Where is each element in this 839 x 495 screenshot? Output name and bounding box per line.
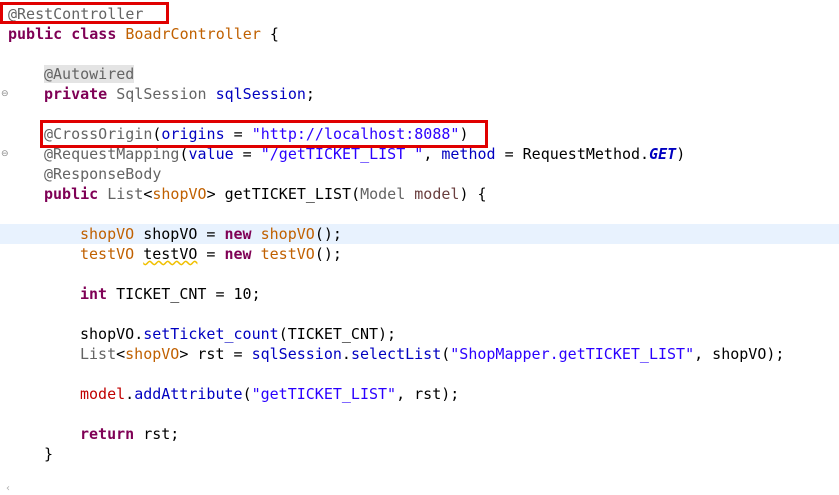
code-line-13[interactable]: testVO testVO = new testVO();	[0, 244, 839, 264]
param-model: model	[414, 185, 460, 203]
call-set-ticket-count: setTicket_count	[143, 325, 279, 343]
field-sqlsession: sqlSession	[215, 85, 306, 103]
annotation-autowired: @Autowired	[44, 65, 135, 83]
code-content: shopVO shopVO = new shopVO();	[80, 224, 342, 244]
code-content: shopVO.setTicket_count(TICKET_CNT);	[80, 324, 396, 344]
code-content: int TICKET_CNT = 10;	[80, 284, 261, 304]
code-line-9[interactable]: @ResponseBody	[0, 164, 839, 184]
generic-close: >	[206, 185, 216, 203]
annotation-response-body: @ResponseBody	[44, 165, 162, 183]
call-rest: , rst);	[396, 385, 460, 403]
dot: .	[125, 385, 135, 403]
code-content: model.addAttribute("getTICKET_LIST", rst…	[80, 384, 459, 404]
equals: =	[197, 225, 225, 243]
generic-type-shopvo: shopVO	[152, 185, 207, 203]
generic-type-shopvo: shopVO	[125, 345, 180, 363]
semicolon: ;	[305, 85, 315, 103]
code-content: testVO testVO = new testVO();	[80, 244, 342, 264]
call-end: ();	[314, 245, 342, 263]
highlight-rest-controller	[0, 2, 169, 24]
paren-close-brace: ) {	[459, 185, 487, 203]
keyword-private: private	[44, 85, 108, 103]
obj-shopvo: shopVO	[80, 325, 135, 343]
call-args: (TICKET_CNT);	[278, 325, 397, 343]
dot: .	[341, 345, 351, 363]
code-line-22[interactable]: return rst;	[0, 424, 839, 444]
param-type-model: Model	[360, 185, 406, 203]
obj-model: model	[80, 385, 126, 403]
code-line-4[interactable]: ⊖ @Autowired	[0, 64, 839, 99]
call-end: ();	[314, 225, 342, 243]
code-line-15[interactable]: int TICKET_CNT = 10;	[0, 284, 839, 304]
dot: .	[134, 325, 144, 343]
code-line-5[interactable]: private SqlSession sqlSession;	[0, 84, 839, 104]
code-content: public List<shopVO> getTICKET_LIST(Model…	[44, 184, 487, 204]
close-brace: }	[44, 445, 54, 463]
code-line-17[interactable]: shopVO.setTicket_count(TICKET_CNT);	[0, 324, 839, 344]
request-method-class: RequestMethod.	[522, 145, 650, 163]
type-testvo: testVO	[80, 245, 135, 263]
code-content: List<shopVO> rst = sqlSession.selectList…	[80, 344, 784, 364]
paren-open: (	[441, 345, 451, 363]
type-sqlsession: SqlSession	[116, 85, 207, 103]
keyword-class: class	[71, 25, 117, 43]
call-add-attribute: addAttribute	[134, 385, 243, 403]
const-get: GET	[649, 145, 677, 163]
keyword-public: public	[44, 185, 99, 203]
code-line-12-current[interactable]: shopVO shopVO = new shopVO();	[0, 224, 839, 244]
ticket-cnt-decl: TICKET_CNT = 10;	[116, 285, 261, 303]
generic-close: >	[179, 345, 189, 363]
code-content: public class BoadrController {	[8, 24, 279, 44]
open-brace: {	[260, 25, 279, 43]
highlight-cross-origin	[40, 120, 488, 148]
paren-open: (	[351, 185, 361, 203]
string-attribute-name: "getTICKET_LIST"	[251, 385, 397, 403]
type-shopvo: shopVO	[80, 225, 135, 243]
code-line-18[interactable]: List<shopVO> rst = sqlSession.selectList…	[0, 344, 839, 364]
var-testvo-warning: testVO	[143, 245, 198, 263]
code-line-2[interactable]: public class BoadrController {	[0, 24, 839, 44]
keyword-int: int	[80, 285, 108, 303]
paren-open: (	[242, 385, 252, 403]
return-value: rst;	[134, 425, 180, 443]
code-content: return rst;	[80, 424, 179, 444]
call-select-list: selectList	[350, 345, 442, 363]
method-name: getTICKET_LIST	[224, 185, 352, 203]
equals: =	[224, 345, 252, 363]
var-rst: rst	[197, 345, 225, 363]
code-line-20[interactable]: model.addAttribute("getTICKET_LIST", rst…	[0, 384, 839, 404]
generic-open: <	[116, 345, 126, 363]
equals: =	[495, 145, 523, 163]
code-content: }	[44, 444, 53, 464]
type-list: List	[80, 345, 117, 363]
code-line-23[interactable]: }	[0, 444, 839, 464]
call-rest: , shopVO);	[694, 345, 785, 363]
keyword-new: new	[224, 245, 252, 263]
var-shopvo: shopVO	[143, 225, 198, 243]
ctor-testvo: testVO	[260, 245, 315, 263]
code-line-10[interactable]: public List<shopVO> getTICKET_LIST(Model…	[0, 184, 839, 204]
class-name: BoadrController	[125, 25, 261, 43]
code-content: @ResponseBody	[44, 164, 161, 184]
type-list: List	[107, 185, 144, 203]
code-content: @Autowired	[44, 64, 135, 84]
horizontal-scroll-arrow-icon[interactable]: ‹	[6, 484, 18, 494]
equals: =	[197, 245, 225, 263]
ctor-shopvo: shopVO	[260, 225, 315, 243]
field-sqlsession: sqlSession	[251, 345, 342, 363]
keyword-return: return	[80, 425, 135, 443]
keyword-new: new	[224, 225, 252, 243]
code-content: private SqlSession sqlSession;	[44, 84, 315, 104]
paren-close: )	[676, 145, 686, 163]
string-mapper-id: "ShopMapper.getTICKET_LIST"	[450, 345, 695, 363]
keyword-public: public	[8, 25, 63, 43]
